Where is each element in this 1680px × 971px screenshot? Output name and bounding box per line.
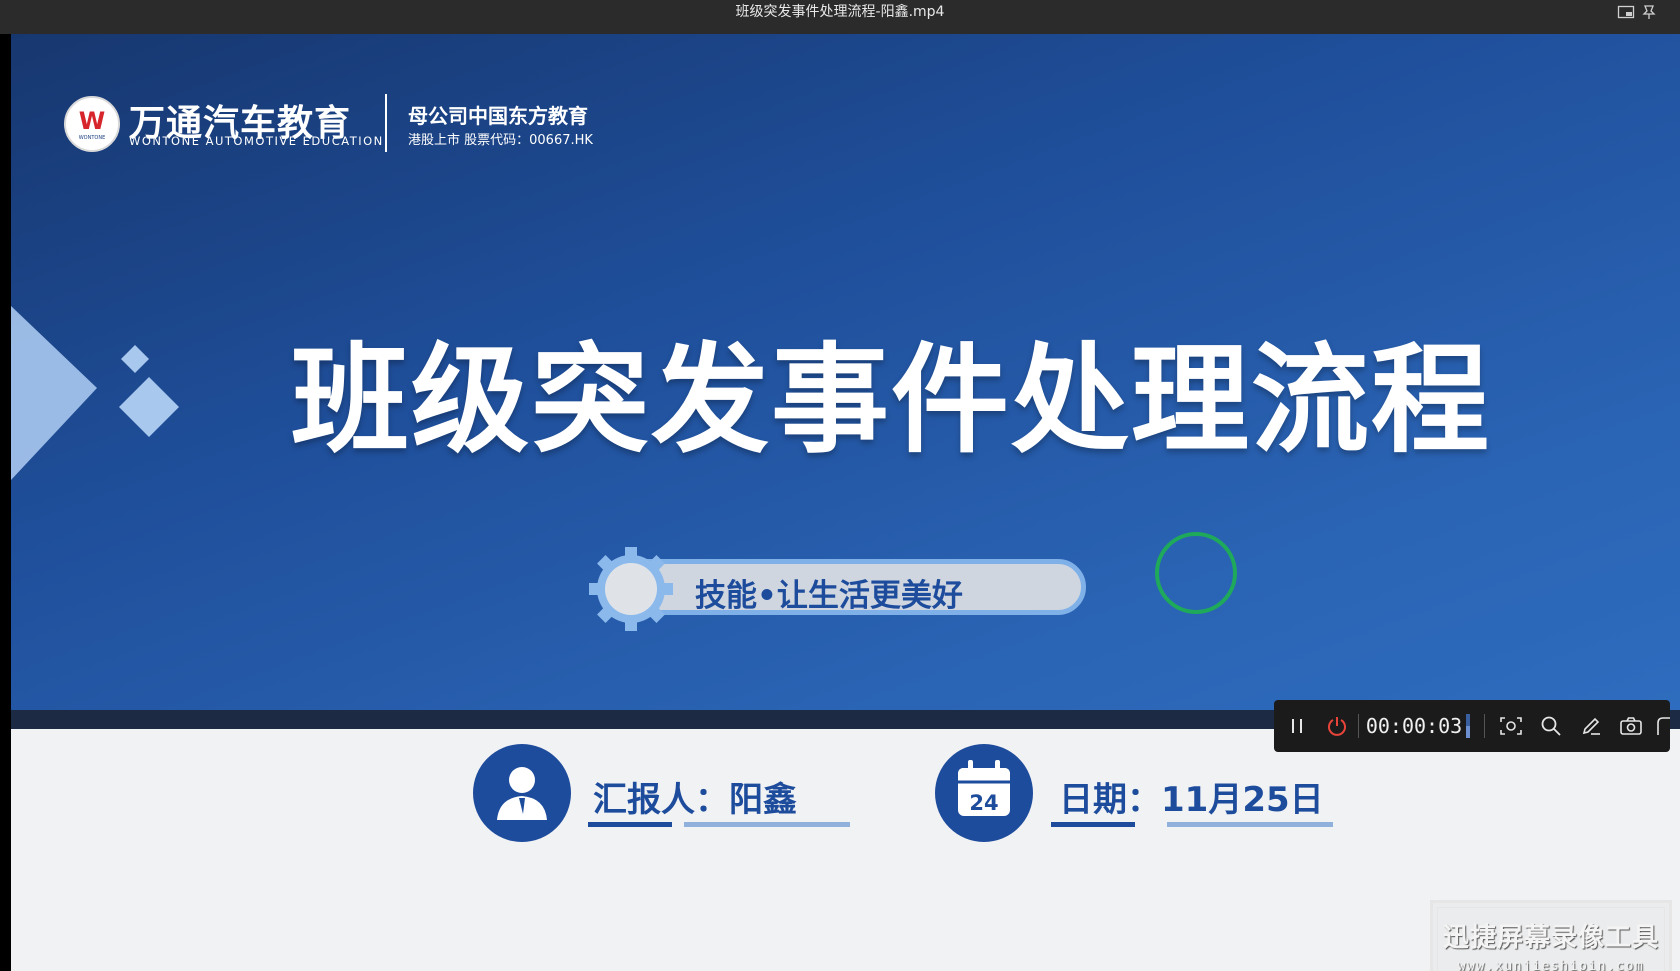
pause-icon bbox=[1292, 719, 1302, 733]
partial-tool-icon bbox=[1657, 717, 1670, 735]
reporter-underline-light bbox=[684, 822, 850, 827]
more-button[interactable] bbox=[1652, 700, 1670, 752]
date-underline-dark bbox=[1051, 822, 1135, 827]
pencil-icon bbox=[1582, 717, 1600, 735]
brand-divider bbox=[385, 94, 387, 152]
gear-icon bbox=[589, 547, 673, 631]
reporter-badge bbox=[473, 744, 571, 842]
date-badge: 24 bbox=[935, 744, 1033, 842]
pin-icon[interactable] bbox=[1640, 4, 1658, 20]
date-underline-light bbox=[1167, 822, 1333, 827]
region-capture-button[interactable] bbox=[1494, 700, 1528, 752]
window-titlebar: 班级突发事件处理流程-阳鑫.mp4 bbox=[0, 0, 1680, 34]
video-stage[interactable]: W WONTONE 万通汽车教育 WONTONE AUTOMOTIVE EDUC… bbox=[11, 34, 1680, 971]
search-icon bbox=[1541, 716, 1561, 736]
watermark-cn: 迅捷屏幕录像工具 bbox=[1442, 923, 1659, 953]
annotate-button[interactable] bbox=[1574, 700, 1608, 752]
power-icon bbox=[1328, 717, 1346, 736]
recording-toolbar: 00:00:03 bbox=[1274, 700, 1670, 752]
main-title: 班级突发事件处理流程 bbox=[290, 331, 1491, 469]
camera-icon bbox=[1620, 717, 1642, 735]
stock-info: 港股上市 股票代码：00667.HK bbox=[408, 133, 593, 148]
zoom-button[interactable] bbox=[1534, 700, 1568, 752]
calendar-icon: 24 bbox=[958, 760, 1010, 816]
slogan-text: 技能•让生活更美好 bbox=[695, 578, 963, 614]
window-title: 班级突发事件处理流程-阳鑫.mp4 bbox=[735, 4, 945, 20]
calendar-day: 24 bbox=[969, 791, 998, 815]
camera-button[interactable] bbox=[1614, 700, 1648, 752]
watermark-en: www.xunjieshipin.com bbox=[1457, 959, 1645, 971]
slide-header-area: W WONTONE 万通汽车教育 WONTONE AUTOMOTIVE EDUC… bbox=[11, 34, 1680, 710]
watermark: 迅捷屏幕录像工具 www.xunjieshipin.com bbox=[1430, 900, 1672, 971]
recording-timer: 00:00:03 bbox=[1365, 714, 1463, 738]
picture-in-picture-icon[interactable] bbox=[1617, 4, 1635, 20]
parent-company: 母公司中国东方教育 bbox=[408, 104, 588, 128]
date-label: 日期：11月25日 bbox=[1059, 780, 1324, 820]
focus-icon bbox=[1500, 717, 1522, 735]
reporter-underline-dark bbox=[588, 822, 672, 827]
slogan-banner: 技能•让生活更美好 bbox=[606, 559, 1086, 615]
person-icon bbox=[497, 767, 547, 820]
reporter-label: 汇报人：阳鑫 bbox=[593, 780, 797, 820]
level-meter bbox=[1464, 700, 1472, 752]
cursor-highlight-ring bbox=[1155, 532, 1237, 614]
pause-button[interactable] bbox=[1282, 700, 1312, 752]
stop-button[interactable] bbox=[1320, 700, 1354, 752]
